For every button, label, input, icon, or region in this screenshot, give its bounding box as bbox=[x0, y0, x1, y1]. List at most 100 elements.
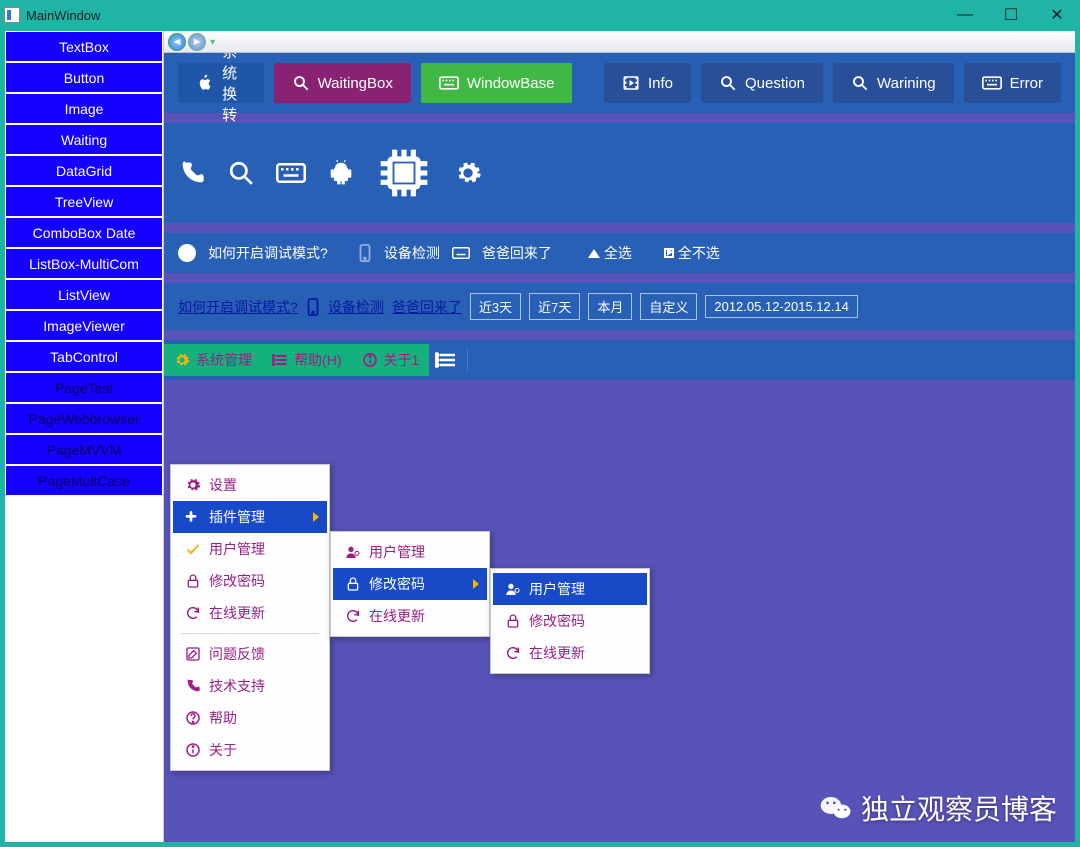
watermark: 独立观察员博客 bbox=[819, 788, 1057, 828]
menu-user-mgmt[interactable]: 用户管理 bbox=[173, 533, 327, 565]
chip-icon[interactable] bbox=[376, 145, 432, 201]
keyboard-icon bbox=[452, 247, 470, 259]
about1-menu[interactable]: 关于1 bbox=[352, 344, 430, 376]
sidebar-item-button[interactable]: Button bbox=[6, 63, 162, 92]
nav-history-dropdown[interactable]: ▾ bbox=[210, 37, 220, 47]
icon-band bbox=[164, 123, 1075, 223]
sidebar-item-waiting[interactable]: Waiting bbox=[6, 125, 162, 154]
error-button[interactable]: Error bbox=[964, 63, 1061, 103]
about1-label: 关于1 bbox=[384, 350, 420, 370]
sys-switch-label: 系统换转 bbox=[222, 53, 246, 125]
how-debug-link[interactable]: 如何开启调试模式? bbox=[208, 243, 328, 263]
window-title: MainWindow bbox=[26, 8, 100, 23]
sidebar-item-pagemultcase[interactable]: PageMultCase bbox=[6, 466, 162, 495]
sidebar-item-listboxmulticom[interactable]: ListBox-MultiCom bbox=[6, 249, 162, 278]
sidebar-item-image[interactable]: Image bbox=[6, 94, 162, 123]
submenu3-change-pwd[interactable]: 修改密码 bbox=[493, 605, 647, 637]
select-all-link[interactable]: 全选 bbox=[588, 243, 632, 263]
sidebar-item-pagewebbrowser[interactable]: PageWebbrowser bbox=[6, 404, 162, 433]
phone-device-icon bbox=[358, 244, 372, 262]
maximize-button[interactable]: ☐ bbox=[988, 0, 1034, 30]
dad-back-link[interactable]: 爸爸回来了 bbox=[482, 243, 552, 263]
menu-online-update[interactable]: 在线更新 bbox=[173, 597, 327, 629]
sidebar-item-pagetest[interactable]: PageTest bbox=[6, 373, 162, 402]
sidebar-item-comboboxdate[interactable]: ComboBox Date bbox=[6, 218, 162, 247]
keyboard-icon bbox=[982, 76, 1002, 90]
nav-strip: ◄ ► ▾ bbox=[164, 31, 1075, 53]
menu-help[interactable]: 帮助 bbox=[173, 702, 327, 734]
phone-icon[interactable] bbox=[178, 159, 206, 187]
nav-back-button[interactable]: ◄ bbox=[168, 33, 186, 51]
check-icon bbox=[185, 541, 201, 557]
sysmgmt-label: 系统管理 bbox=[196, 350, 252, 370]
menu-tech-support[interactable]: 技术支持 bbox=[173, 670, 327, 702]
minimize-button[interactable]: — bbox=[942, 0, 988, 30]
warning-button[interactable]: Warining bbox=[833, 63, 954, 103]
sidebar-item-listview[interactable]: ListView bbox=[6, 280, 162, 309]
sidebar-item-pagemvvm[interactable]: PageMVVM bbox=[6, 435, 162, 464]
menu-change-pwd[interactable]: 修改密码 bbox=[173, 565, 327, 597]
android-icon[interactable] bbox=[328, 160, 354, 186]
sys-switch-button[interactable]: 系统换转 bbox=[178, 63, 264, 103]
submenu3-online-update[interactable]: 在线更新 bbox=[493, 637, 647, 669]
submenu3-user-mgmt[interactable]: 用户管理 bbox=[493, 573, 647, 605]
help-menu[interactable]: 帮助(H) bbox=[262, 344, 351, 376]
device-check-link2[interactable]: 设备检测 bbox=[328, 297, 384, 317]
dad-back-link2[interactable]: 爸爸回来了 bbox=[392, 297, 462, 317]
info-button[interactable]: Info bbox=[604, 63, 691, 103]
lock-icon bbox=[345, 576, 361, 592]
lock-icon bbox=[505, 613, 521, 629]
filter-band: 如何开启调试模式? 设备检测 爸爸回来了 近3天 近7天 本月 自定义 2012… bbox=[164, 283, 1075, 330]
sidebar-item-imageviewer[interactable]: ImageViewer bbox=[6, 311, 162, 340]
menu-settings[interactable]: 设置 bbox=[173, 469, 327, 501]
error-label: Error bbox=[1010, 75, 1043, 92]
submenu-online-update[interactable]: 在线更新 bbox=[333, 600, 487, 632]
gear-icon[interactable] bbox=[454, 159, 482, 187]
nav-forward-button[interactable]: ► bbox=[188, 33, 206, 51]
edit-icon bbox=[185, 646, 201, 662]
sidebar-item-datagrid[interactable]: DataGrid bbox=[6, 156, 162, 185]
sidebar-item-textbox[interactable]: TextBox bbox=[6, 32, 162, 61]
device-check-link[interactable]: 设备检测 bbox=[384, 243, 440, 263]
select-none-link[interactable]: 全不选 bbox=[664, 243, 720, 263]
how-debug-link2[interactable]: 如何开启调试模式? bbox=[178, 297, 298, 317]
close-button[interactable]: ✕ bbox=[1034, 0, 1080, 30]
custom-button[interactable]: 自定义 bbox=[640, 293, 697, 320]
app-icon bbox=[4, 7, 20, 23]
help-label: 帮助(H) bbox=[294, 350, 341, 370]
sidebar-item-treeview[interactable]: TreeView bbox=[6, 187, 162, 216]
list-icon bbox=[272, 352, 288, 368]
pwd-submenu: 用户管理 修改密码 在线更新 bbox=[490, 568, 650, 674]
wechat-icon bbox=[819, 791, 853, 825]
separator bbox=[467, 349, 468, 371]
menu-bar: 系统管理 帮助(H) 关于1 bbox=[164, 344, 1075, 376]
submenu-arrow-icon bbox=[313, 512, 319, 522]
sysmgmt-menu[interactable]: 系统管理 bbox=[164, 344, 262, 376]
question-label: Question bbox=[745, 75, 805, 92]
sidebar: TextBox Button Image Waiting DataGrid Tr… bbox=[5, 31, 164, 842]
phone-support-icon bbox=[185, 678, 201, 694]
near3days-button[interactable]: 近3天 bbox=[470, 293, 521, 320]
near7days-button[interactable]: 近7天 bbox=[529, 293, 580, 320]
keyboard-icon bbox=[439, 76, 459, 90]
user-gear-icon bbox=[345, 544, 361, 560]
submenu-user-mgmt[interactable]: 用户管理 bbox=[333, 536, 487, 568]
windowbase-button[interactable]: WindowBase bbox=[421, 63, 573, 103]
submenu-change-pwd[interactable]: 修改密码 bbox=[333, 568, 487, 600]
menu-about[interactable]: 关于 bbox=[173, 734, 327, 766]
hamburger-icon[interactable] bbox=[429, 352, 461, 368]
gear-icon bbox=[185, 477, 201, 493]
menu-feedback[interactable]: 问题反馈 bbox=[173, 638, 327, 670]
window-controls: — ☐ ✕ bbox=[942, 0, 1080, 30]
watermark-text: 独立观察员博客 bbox=[861, 788, 1057, 828]
menu-plugin-mgmt[interactable]: 插件管理 bbox=[173, 501, 327, 533]
sidebar-item-tabcontrol[interactable]: TabControl bbox=[6, 342, 162, 371]
search-icon[interactable] bbox=[228, 160, 254, 186]
date-range-box[interactable]: 2012.05.12-2015.12.14 bbox=[705, 295, 857, 318]
waitingbox-button[interactable]: WaitingBox bbox=[274, 63, 411, 103]
question-button[interactable]: Question bbox=[701, 63, 823, 103]
info-circle-icon bbox=[185, 742, 201, 758]
keyboard-icon[interactable] bbox=[276, 163, 306, 183]
refresh-icon bbox=[185, 605, 201, 621]
thismonth-button[interactable]: 本月 bbox=[588, 293, 632, 320]
